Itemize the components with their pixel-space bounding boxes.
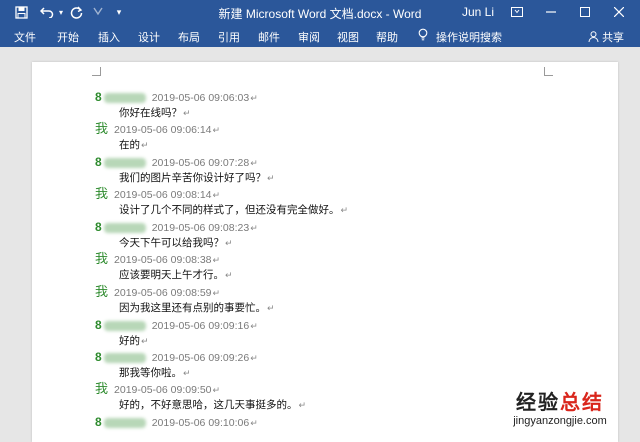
chat-message: 今天下午可以给我吗？↵ <box>119 237 233 249</box>
chat-message: 你好在线吗？↵ <box>119 107 191 119</box>
tab-insert[interactable]: 插入 <box>98 29 120 45</box>
sender-name: 8 <box>95 350 102 364</box>
blurred-id <box>103 223 146 234</box>
chat-message: 好的，不好意思哈，这几天事挺多的。↵ <box>119 399 307 411</box>
chat-message: 那我等你啦。↵ <box>119 367 191 379</box>
sender-name: 我 <box>95 251 109 266</box>
sender-name: 8 <box>95 318 102 332</box>
close-icon[interactable] <box>608 2 630 22</box>
chat-message: 我们的图片辛苦你设计好了吗？↵ <box>119 172 275 184</box>
sender-name: 我 <box>95 186 109 201</box>
chat-header: 我 2019-05-06 09:09:50↵ <box>95 381 221 397</box>
chat-message: 因为我这里还有点别的事要忙。↵ <box>119 302 275 314</box>
chat-header: 我 2019-05-06 09:08:38↵ <box>95 251 221 267</box>
user-name[interactable]: Jun Li <box>462 5 494 19</box>
tab-references[interactable]: 引用 <box>218 29 240 45</box>
chat-message: 在的↵ <box>119 139 149 151</box>
chat-header: 我 2019-05-06 09:08:59↵ <box>95 284 221 300</box>
sender-name: 我 <box>95 121 109 136</box>
chat-header: 我 2019-05-06 09:06:14↵ <box>95 121 221 137</box>
title-bar: ▾ ▾ 新建 Microsoft Word 文档.docx - Word Jun… <box>0 0 640 24</box>
timestamp: 2019-05-06 09:10:06 <box>151 417 250 429</box>
timestamp: 2019-05-06 09:08:38 <box>114 254 212 266</box>
blurred-id <box>103 93 146 104</box>
document-area[interactable]: 8 2019-05-06 09:06:03↵ 你好在线吗？↵ 我 2019-05-0… <box>0 47 640 442</box>
chat-message: 设计了几个不同的样式了，但还没有完全做好。↵ <box>119 204 349 216</box>
tab-help[interactable]: 帮助 <box>376 29 398 45</box>
tell-me-search[interactable]: 操作说明搜索 <box>436 29 502 45</box>
timestamp: 2019-05-06 09:09:26 <box>151 352 250 364</box>
chat-header: 8 2019-05-06 09:09:16↵ <box>95 318 258 332</box>
sender-name: 8 <box>95 155 102 169</box>
chat-message: 好的↵ <box>119 335 149 347</box>
minimize-icon[interactable] <box>540 2 562 22</box>
lightbulb-icon[interactable] <box>418 28 428 44</box>
chat-header: 8 2019-05-06 09:08:23↵ <box>95 220 258 234</box>
sender-name: 我 <box>95 381 109 396</box>
chat-message: 应该要明天上午才行。↵ <box>119 269 233 281</box>
margin-corner-right <box>544 67 553 76</box>
sender-name: 8 <box>95 415 102 429</box>
share-button[interactable]: 共享 <box>588 29 624 45</box>
timestamp: 2019-05-06 09:08:59 <box>114 287 212 299</box>
chat-header: 我 2019-05-06 09:08:14↵ <box>95 186 221 202</box>
blurred-id <box>103 353 146 364</box>
timestamp: 2019-05-06 09:09:50 <box>114 384 212 396</box>
margin-corner-left <box>92 67 101 76</box>
tab-file[interactable]: 文件 <box>14 29 36 45</box>
tab-design[interactable]: 设计 <box>138 29 160 45</box>
ribbon-tabs: 文件 开始 插入 设计 布局 引用 邮件 审阅 视图 帮助 操作说明搜索 共享 <box>0 24 640 47</box>
timestamp: 2019-05-06 09:07:28 <box>151 157 250 169</box>
timestamp: 2019-05-06 09:08:23 <box>151 222 250 234</box>
tab-layout[interactable]: 布局 <box>178 29 200 45</box>
timestamp: 2019-05-06 09:06:03 <box>151 92 250 104</box>
person-icon <box>588 31 599 43</box>
timestamp: 2019-05-06 09:08:14 <box>114 189 212 201</box>
watermark-logo: 经验总结 <box>516 392 604 414</box>
ribbon-display-icon[interactable] <box>506 2 528 22</box>
tab-mailings[interactable]: 邮件 <box>258 29 280 45</box>
sender-name: 8 <box>95 220 102 234</box>
chat-header: 8 2019-05-06 09:10:06↵ <box>95 415 258 429</box>
maximize-icon[interactable] <box>574 2 596 22</box>
tab-view[interactable]: 视图 <box>337 29 359 45</box>
chat-header: 8 2019-05-06 09:09:26↵ <box>95 350 258 364</box>
share-label: 共享 <box>602 32 625 44</box>
watermark-url: jingyanzongjie.com <box>513 415 607 427</box>
tab-review[interactable]: 审阅 <box>298 29 320 45</box>
chat-header: 8 2019-05-06 09:06:03↵ <box>95 90 258 104</box>
blurred-id <box>103 321 146 332</box>
sender-name: 8 <box>95 90 102 104</box>
blurred-id <box>103 418 146 429</box>
sender-name: 我 <box>95 284 109 299</box>
timestamp: 2019-05-06 09:06:14 <box>114 124 212 136</box>
blurred-id <box>103 158 146 169</box>
watermark: 经验总结 jingyanzongjie.com <box>485 386 635 427</box>
tab-home[interactable]: 开始 <box>57 29 79 45</box>
timestamp: 2019-05-06 09:09:16 <box>151 320 250 332</box>
chat-header: 8 2019-05-06 09:07:28↵ <box>95 155 258 169</box>
